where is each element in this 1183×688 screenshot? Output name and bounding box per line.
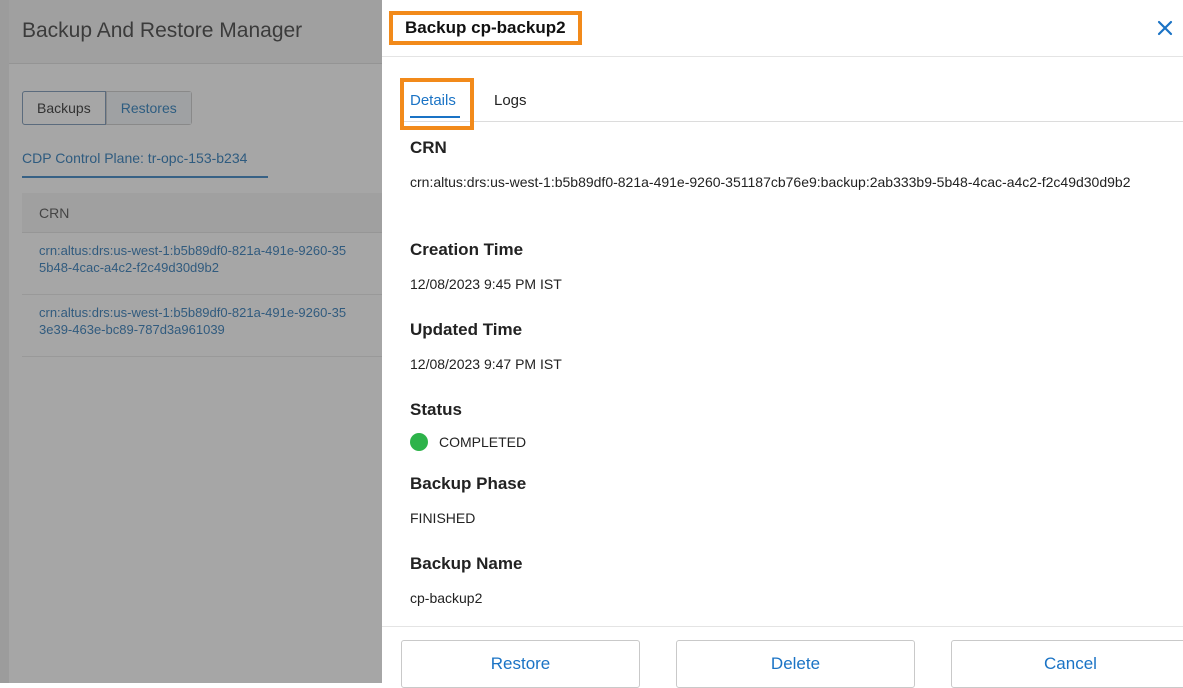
drawer-tabs: Details Logs: [400, 78, 1183, 130]
drawer-footer: Restore Delete Cancel: [382, 626, 1183, 688]
creation-time-value: 12/08/2023 9:45 PM IST: [410, 276, 562, 292]
backup-phase-value: FINISHED: [410, 510, 476, 526]
active-tab-underline: [410, 116, 460, 118]
updated-time-label: Updated Time: [410, 320, 523, 339]
status-success-icon: [410, 433, 428, 451]
restore-button[interactable]: Restore: [401, 640, 640, 688]
status-label: Status: [410, 400, 462, 419]
tab-details[interactable]: Details: [410, 92, 456, 109]
backup-name-label: Backup Name: [410, 554, 523, 573]
backup-name-value: cp-backup2: [410, 590, 483, 606]
creation-time-label: Creation Time: [410, 240, 524, 259]
crn-label: CRN: [410, 138, 447, 157]
delete-button[interactable]: Delete: [676, 640, 915, 688]
drawer-header: Backup cp-backup2: [382, 0, 1183, 57]
cancel-button[interactable]: Cancel: [951, 640, 1183, 688]
tab-logs[interactable]: Logs: [494, 92, 527, 109]
status-row: COMPLETED: [410, 433, 526, 451]
status-value: COMPLETED: [439, 434, 527, 450]
drawer-title: Backup cp-backup2: [405, 18, 566, 37]
backup-phase-label: Backup Phase: [410, 474, 527, 493]
close-icon[interactable]: [1154, 17, 1176, 39]
backup-details-drawer: Backup cp-backup2 Details Logs CRN crn:a…: [382, 0, 1183, 688]
title-highlight: Backup cp-backup2: [389, 11, 582, 45]
updated-time-value: 12/08/2023 9:47 PM IST: [410, 356, 562, 372]
crn-value: crn:altus:drs:us-west-1:b5b89df0-821a-49…: [410, 174, 1131, 190]
